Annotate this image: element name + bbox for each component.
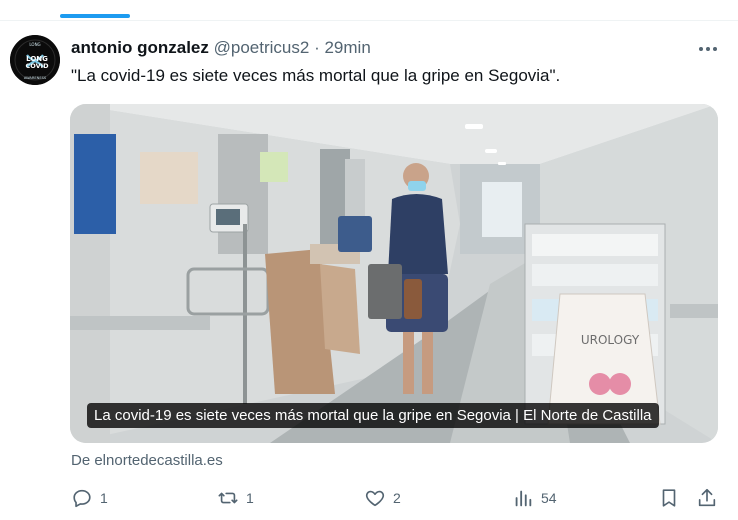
card-source-link[interactable]: De elnortedecastilla.es bbox=[71, 451, 223, 471]
display-name[interactable]: antonio gonzalez bbox=[71, 38, 209, 57]
reply-icon bbox=[73, 489, 91, 508]
reply-count: 1 bbox=[100, 490, 108, 506]
tweet-timestamp[interactable]: 29min bbox=[324, 38, 370, 57]
active-tab-indicator bbox=[60, 14, 130, 18]
share-icon bbox=[698, 488, 716, 507]
avatar-ring-text: AWARENESS bbox=[24, 76, 47, 80]
card-caption: La covid-19 es siete veces más mortal qu… bbox=[87, 403, 659, 428]
views-icon bbox=[515, 490, 532, 507]
share-button[interactable] bbox=[696, 483, 718, 513]
retweet-button[interactable]: 1 bbox=[217, 483, 254, 513]
action-bar: 1 1 2 54 bbox=[0, 483, 738, 513]
tweet[interactable]: LONG LONG COVID AWARENESS antonio gonzal… bbox=[0, 21, 738, 520]
bag-text: UROLOGY bbox=[581, 333, 640, 347]
header-separator: · bbox=[314, 38, 320, 57]
more-button[interactable] bbox=[696, 39, 720, 59]
card-image: UROLOGY bbox=[70, 104, 718, 443]
more-icon-dot bbox=[713, 47, 717, 51]
more-icon-dot bbox=[706, 47, 710, 51]
like-count: 2 bbox=[393, 490, 401, 506]
user-handle[interactable]: @poetricus2 bbox=[214, 38, 310, 57]
tweet-header: antonio gonzalez @poetricus2 · 29min bbox=[71, 37, 371, 59]
avatar-sub-text: COVID bbox=[26, 62, 50, 70]
bookmark-icon bbox=[662, 489, 676, 507]
reply-button[interactable]: 1 bbox=[71, 483, 108, 513]
like-icon bbox=[365, 490, 385, 507]
long-covid-logo: LONG LONG COVID AWARENESS bbox=[10, 35, 60, 85]
tweet-text: "La covid-19 es siete veces más mortal q… bbox=[71, 66, 561, 85]
link-card[interactable]: UROLOGY La covid-19 es siete veces más m… bbox=[70, 104, 718, 443]
views-count: 54 bbox=[541, 490, 557, 506]
bookmark-button[interactable] bbox=[658, 483, 680, 513]
retweet-count: 1 bbox=[246, 490, 254, 506]
views-button[interactable]: 54 bbox=[512, 483, 557, 513]
retweet-icon bbox=[218, 492, 238, 504]
avatar-top-text: LONG bbox=[29, 42, 40, 47]
like-button[interactable]: 2 bbox=[364, 483, 401, 513]
avatar[interactable]: LONG LONG COVID AWARENESS bbox=[10, 35, 60, 85]
more-icon-dot bbox=[699, 47, 703, 51]
